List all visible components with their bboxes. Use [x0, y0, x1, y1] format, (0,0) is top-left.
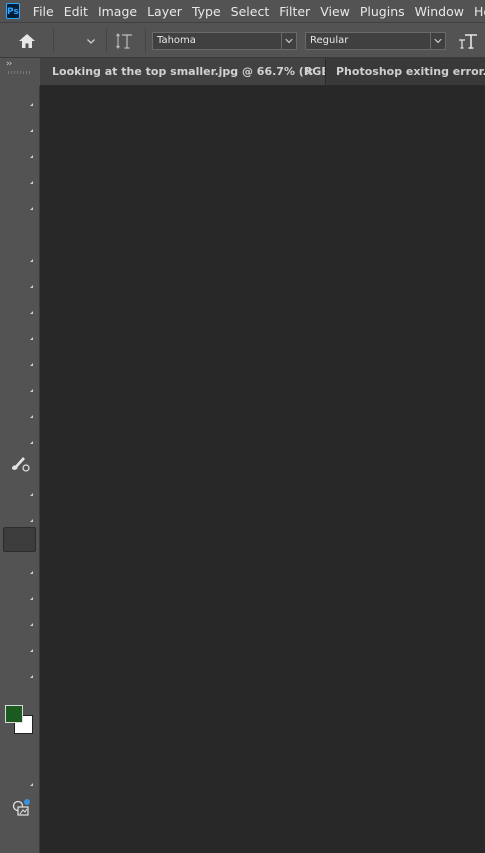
tool-slot-history-brush[interactable]: [0, 372, 40, 394]
font-style-value: Regular: [310, 35, 349, 46]
tool-slot-crop[interactable]: [0, 190, 40, 212]
collapse-panel-icon[interactable]: ››: [6, 59, 12, 69]
submenu-triangle-icon: [30, 363, 33, 366]
menu-plugins[interactable]: Plugins: [355, 4, 410, 19]
menu-view[interactable]: View: [315, 4, 355, 19]
font-family-value: Tahoma: [157, 35, 196, 46]
divider: [53, 29, 54, 53]
divider: [106, 29, 107, 53]
menu-bar: Ps File Edit Image Layer Type Select Fil…: [0, 0, 485, 22]
submenu-triangle-icon: [30, 155, 33, 158]
tool-slot-screen-mode[interactable]: [0, 766, 40, 788]
submenu-triangle-icon: [30, 783, 33, 786]
tool-slot-zoom[interactable]: [0, 632, 40, 654]
tool-slot-lasso[interactable]: [0, 138, 40, 160]
tool-slot-brush[interactable]: [0, 320, 40, 342]
submenu-triangle-icon: [30, 311, 33, 314]
tab-title: Photoshop exiting error.jpg @: [336, 65, 485, 78]
chevron-down-icon: [281, 33, 293, 49]
photoshop-logo: Ps: [6, 3, 20, 19]
tools-panel: [0, 86, 40, 853]
document-tab-strip: Looking at the top smaller.jpg @ 66.7% (…: [40, 58, 485, 86]
submenu-triangle-icon: [30, 519, 33, 522]
submenu-triangle-icon: [30, 571, 33, 574]
tool-slot-healing[interactable]: [0, 294, 40, 316]
menu-file[interactable]: File: [28, 4, 59, 19]
brush-icon[interactable]: [9, 454, 31, 472]
tool-slot-eraser[interactable]: [0, 398, 40, 420]
submenu-triangle-icon: [30, 285, 33, 288]
tool-slot-eyedropper[interactable]: [0, 268, 40, 290]
quick-mask-icon[interactable]: [10, 798, 32, 820]
menu-image[interactable]: Image: [93, 4, 142, 19]
submenu-triangle-icon: [30, 675, 33, 678]
tool-slot-path-select[interactable]: [0, 554, 40, 576]
menu-layer[interactable]: Layer: [142, 4, 187, 19]
submenu-triangle-icon: [30, 623, 33, 626]
submenu-triangle-icon: [30, 337, 33, 340]
submenu-triangle-icon: [30, 103, 33, 106]
tool-slot-move[interactable]: [0, 86, 40, 108]
submenu-triangle-icon: [30, 129, 33, 132]
home-icon[interactable]: [16, 31, 38, 51]
submenu-triangle-icon: [30, 181, 33, 184]
toolbar-grip[interactable]: [8, 71, 32, 74]
tool-preset-chevron-down-icon[interactable]: [84, 34, 98, 48]
document-tab[interactable]: Photoshop exiting error.jpg @: [325, 58, 485, 85]
tool-slot-blur[interactable]: [0, 476, 40, 498]
divider: [145, 29, 146, 53]
submenu-triangle-icon: [30, 441, 33, 444]
close-icon[interactable]: ×: [305, 58, 314, 85]
submenu-triangle-icon: [30, 649, 33, 652]
submenu-triangle-icon: [30, 389, 33, 392]
foreground-color-swatch[interactable]: [5, 705, 23, 723]
tool-slot-gradient[interactable]: [0, 424, 40, 446]
menu-select[interactable]: Select: [226, 4, 275, 19]
tab-title: Looking at the top smaller.jpg @ 66.7% (…: [52, 65, 347, 78]
font-style-select[interactable]: Regular: [305, 32, 446, 50]
tool-slot-shape[interactable]: [0, 580, 40, 602]
submenu-triangle-icon: [30, 207, 33, 210]
type-tool-selected[interactable]: [3, 527, 36, 552]
document-tab-active[interactable]: Looking at the top smaller.jpg @ 66.7% (…: [40, 58, 346, 85]
tool-slot-dodge[interactable]: [0, 502, 40, 524]
tool-slot-hand[interactable]: [0, 606, 40, 628]
menu-type[interactable]: Type: [187, 4, 226, 19]
options-bar: Tahoma Regular: [0, 22, 485, 58]
font-size-icon[interactable]: [457, 31, 479, 51]
menu-help[interactable]: Help: [469, 4, 485, 19]
toolbar-header: ››: [0, 58, 40, 86]
tool-slot-edit-toolbar[interactable]: [0, 658, 40, 680]
chevron-down-icon: [430, 33, 442, 49]
tool-slot-stamp[interactable]: [0, 346, 40, 368]
menu-edit[interactable]: Edit: [59, 4, 93, 19]
submenu-triangle-icon: [30, 597, 33, 600]
submenu-triangle-icon: [30, 415, 33, 418]
font-family-select[interactable]: Tahoma: [152, 32, 297, 50]
menu-window[interactable]: Window: [410, 4, 469, 19]
tool-slot-marquee[interactable]: [0, 112, 40, 134]
submenu-triangle-icon: [30, 493, 33, 496]
tool-slot-object-select[interactable]: [0, 164, 40, 186]
menu-filter[interactable]: Filter: [274, 4, 315, 19]
text-orientation-icon[interactable]: [115, 31, 135, 51]
submenu-triangle-icon: [30, 259, 33, 262]
document-canvas[interactable]: [40, 86, 485, 853]
tool-slot-frame[interactable]: [0, 242, 40, 264]
